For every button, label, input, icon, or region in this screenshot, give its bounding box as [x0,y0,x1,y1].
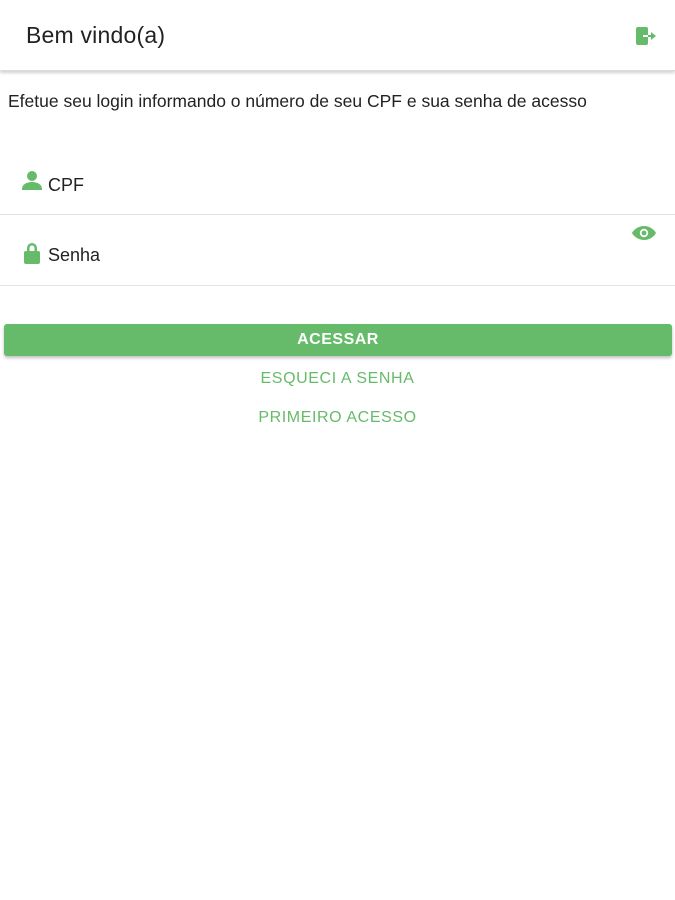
login-instructions: Efetue seu login informando o número de … [8,91,587,111]
password-input[interactable] [48,241,608,269]
login-page: Bem vindo(a) Efetue seu login informando… [0,0,675,900]
page-title: Bem vindo(a) [26,22,166,48]
toggle-password-visibility-button[interactable] [631,223,657,243]
eye-icon [632,226,656,240]
first-access-link[interactable]: PRIMEIRO ACESSO [0,409,675,427]
login-button[interactable]: ACESSAR [4,324,672,356]
person-icon [22,170,42,192]
cpf-input[interactable] [48,171,608,199]
forgot-password-link[interactable]: ESQUECI A SENHA [0,370,675,388]
cpf-field [0,144,675,215]
logout-icon [636,27,656,45]
lock-icon [22,241,42,264]
password-field [0,215,675,286]
logout-button[interactable] [633,24,657,48]
top-app-bar: Bem vindo(a) [0,0,675,71]
